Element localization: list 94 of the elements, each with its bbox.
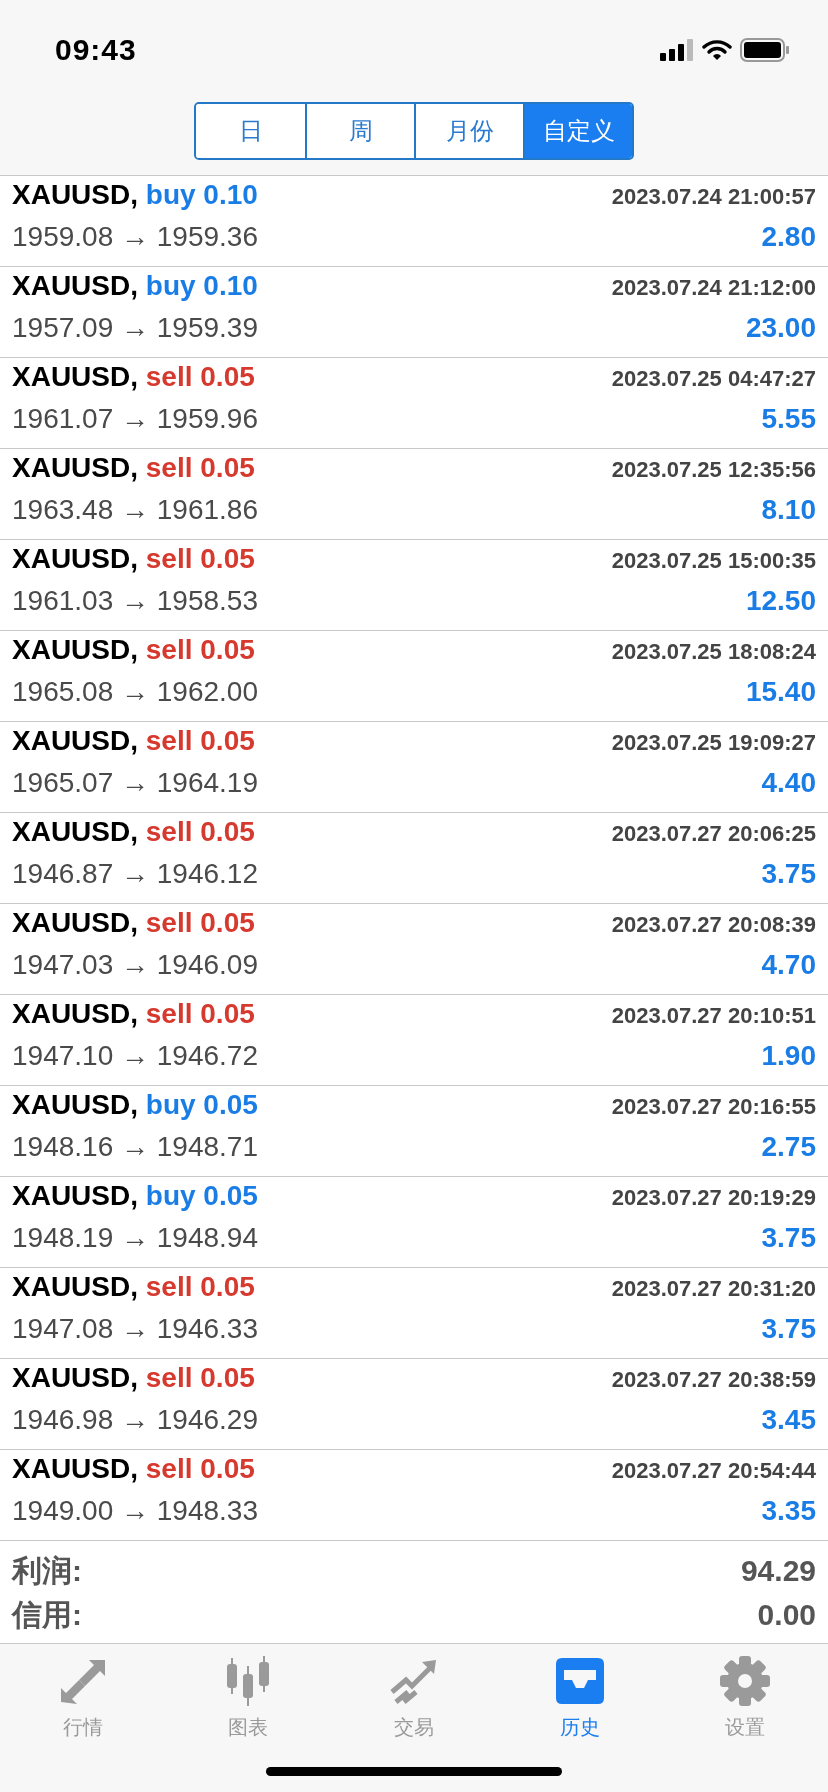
deal-profit: 2.80 xyxy=(761,221,816,253)
deal-time: 2023.07.25 19:09:27 xyxy=(611,730,816,756)
deal-type: sell 0.05 xyxy=(145,1362,255,1393)
battery-icon xyxy=(740,38,790,62)
deal-profit: 1.90 xyxy=(761,1040,816,1072)
deal-time: 2023.07.25 12:35:56 xyxy=(611,457,816,483)
deal-prices: 1946.87 → 1946.12 xyxy=(12,858,258,890)
summary-label: 利润: xyxy=(12,1552,82,1589)
nav-tab[interactable]: 交易 xyxy=(331,1656,497,1741)
deal-prices: 1957.09 → 1959.39 xyxy=(12,312,258,344)
signal-icon xyxy=(660,39,694,61)
deal-type: sell 0.05 xyxy=(145,634,255,665)
deal-symbol: XAUUSD, xyxy=(12,816,138,847)
nav-tab[interactable]: 行情 xyxy=(0,1656,166,1741)
deal-profit: 8.10 xyxy=(761,494,816,526)
deal-time: 2023.07.25 18:08:24 xyxy=(611,639,816,665)
deal-type: sell 0.05 xyxy=(145,907,255,938)
deal-profit: 3.75 xyxy=(761,1313,816,1345)
deal-prices: 1948.16 → 1948.71 xyxy=(12,1131,258,1163)
deal-profit: 4.40 xyxy=(761,767,816,799)
period-tab[interactable]: 日 xyxy=(196,104,305,158)
deal-time: 2023.07.27 20:10:51 xyxy=(611,1003,816,1029)
deal-time: 2023.07.27 20:38:59 xyxy=(611,1367,816,1393)
deal-time: 2023.07.27 20:08:39 xyxy=(611,912,816,938)
deal-profit: 12.50 xyxy=(745,585,816,617)
summary-label: 信用: xyxy=(12,1596,82,1633)
deal-type: buy 0.05 xyxy=(145,1089,258,1120)
period-tab[interactable]: 月份 xyxy=(414,104,523,158)
deal-profit: 3.75 xyxy=(761,1222,816,1254)
summary-value: 94.29 xyxy=(740,1554,816,1588)
deal-symbol: XAUUSD, xyxy=(12,1453,138,1484)
deal-type: sell 0.05 xyxy=(145,998,255,1029)
deal-prices: 1947.10 → 1946.72 xyxy=(12,1040,258,1072)
deal-type: sell 0.05 xyxy=(145,361,255,392)
deal-symbol: XAUUSD, xyxy=(12,452,138,483)
deal-type: sell 0.05 xyxy=(145,1453,255,1484)
deal-symbol: XAUUSD, xyxy=(12,361,138,392)
deal-profit: 3.35 xyxy=(761,1495,816,1527)
deal-prices: 1959.08 → 1959.36 xyxy=(12,221,258,253)
deal-type: sell 0.05 xyxy=(145,452,255,483)
deal-symbol: XAUUSD, xyxy=(12,1180,138,1211)
deal-symbol: XAUUSD, xyxy=(12,725,138,756)
deal-time: 2023.07.24 21:00:57 xyxy=(611,184,816,210)
deal-prices: 1947.08 → 1946.33 xyxy=(12,1313,258,1345)
deal-symbol: XAUUSD, xyxy=(12,1271,138,1302)
deal-time: 2023.07.27 20:06:25 xyxy=(611,821,816,847)
nav-tab[interactable]: 设置 xyxy=(662,1656,828,1741)
deal-time: 2023.07.24 21:12:00 xyxy=(611,275,816,301)
deal-symbol: XAUUSD, xyxy=(12,634,138,665)
period-tab[interactable]: 周 xyxy=(305,104,414,158)
nav-tab[interactable]: 图表 xyxy=(165,1656,332,1741)
deal-prices: 1965.08 → 1962.00 xyxy=(12,676,258,708)
deal-profit: 5.55 xyxy=(761,403,816,435)
deal-prices: 1946.98 → 1946.29 xyxy=(12,1404,258,1436)
deal-type: sell 0.05 xyxy=(145,816,255,847)
deal-profit: 15.40 xyxy=(745,676,816,708)
deal-type: sell 0.05 xyxy=(145,543,255,574)
deal-time: 2023.07.25 15:00:35 xyxy=(611,548,816,574)
inbox-icon xyxy=(553,1656,606,1706)
deal-prices: 1965.07 → 1964.19 xyxy=(12,767,258,799)
deal-prices: 1948.19 → 1948.94 xyxy=(12,1222,258,1254)
period-tab[interactable]: 自定义 xyxy=(523,104,632,158)
deal-time: 2023.07.27 20:19:29 xyxy=(611,1185,816,1211)
deal-type: sell 0.05 xyxy=(145,725,255,756)
status-time: 09:43 xyxy=(55,33,137,67)
deal-symbol: XAUUSD, xyxy=(12,907,138,938)
deal-profit: 2.75 xyxy=(761,1131,816,1163)
deal-time: 2023.07.25 04:47:27 xyxy=(611,366,816,392)
deal-symbol: XAUUSD, xyxy=(12,543,138,574)
deal-profit: 4.70 xyxy=(761,949,816,981)
deal-symbol: XAUUSD, xyxy=(12,998,138,1029)
summary-value: 0.00 xyxy=(757,1598,816,1632)
deal-time: 2023.07.27 20:54:44 xyxy=(611,1458,816,1484)
nav-tab[interactable]: 历史 xyxy=(496,1656,663,1741)
deal-type: buy 0.10 xyxy=(145,270,258,301)
deal-type: buy 0.10 xyxy=(145,179,258,210)
deal-symbol: XAUUSD, xyxy=(12,270,138,301)
deal-prices: 1961.03 → 1958.53 xyxy=(12,585,258,617)
deal-profit: 23.00 xyxy=(745,312,816,344)
wifi-icon xyxy=(702,39,732,61)
deal-prices: 1961.07 → 1959.96 xyxy=(12,403,258,435)
deal-profit: 3.75 xyxy=(761,858,816,890)
deal-symbol: XAUUSD, xyxy=(12,179,138,210)
deal-prices: 1963.48 → 1961.86 xyxy=(12,494,258,526)
deal-time: 2023.07.27 20:16:55 xyxy=(611,1094,816,1120)
deal-symbol: XAUUSD, xyxy=(12,1362,138,1393)
deal-profit: 3.45 xyxy=(761,1404,816,1436)
deal-prices: 1947.03 → 1946.09 xyxy=(12,949,258,981)
deal-prices: 1949.00 → 1948.33 xyxy=(12,1495,258,1527)
settings-icon xyxy=(719,1656,772,1706)
deal-time: 2023.07.27 20:31:20 xyxy=(611,1276,816,1302)
deal-symbol: XAUUSD, xyxy=(12,1089,138,1120)
deal-type: sell 0.05 xyxy=(145,1271,255,1302)
deal-type: buy 0.05 xyxy=(145,1180,258,1211)
